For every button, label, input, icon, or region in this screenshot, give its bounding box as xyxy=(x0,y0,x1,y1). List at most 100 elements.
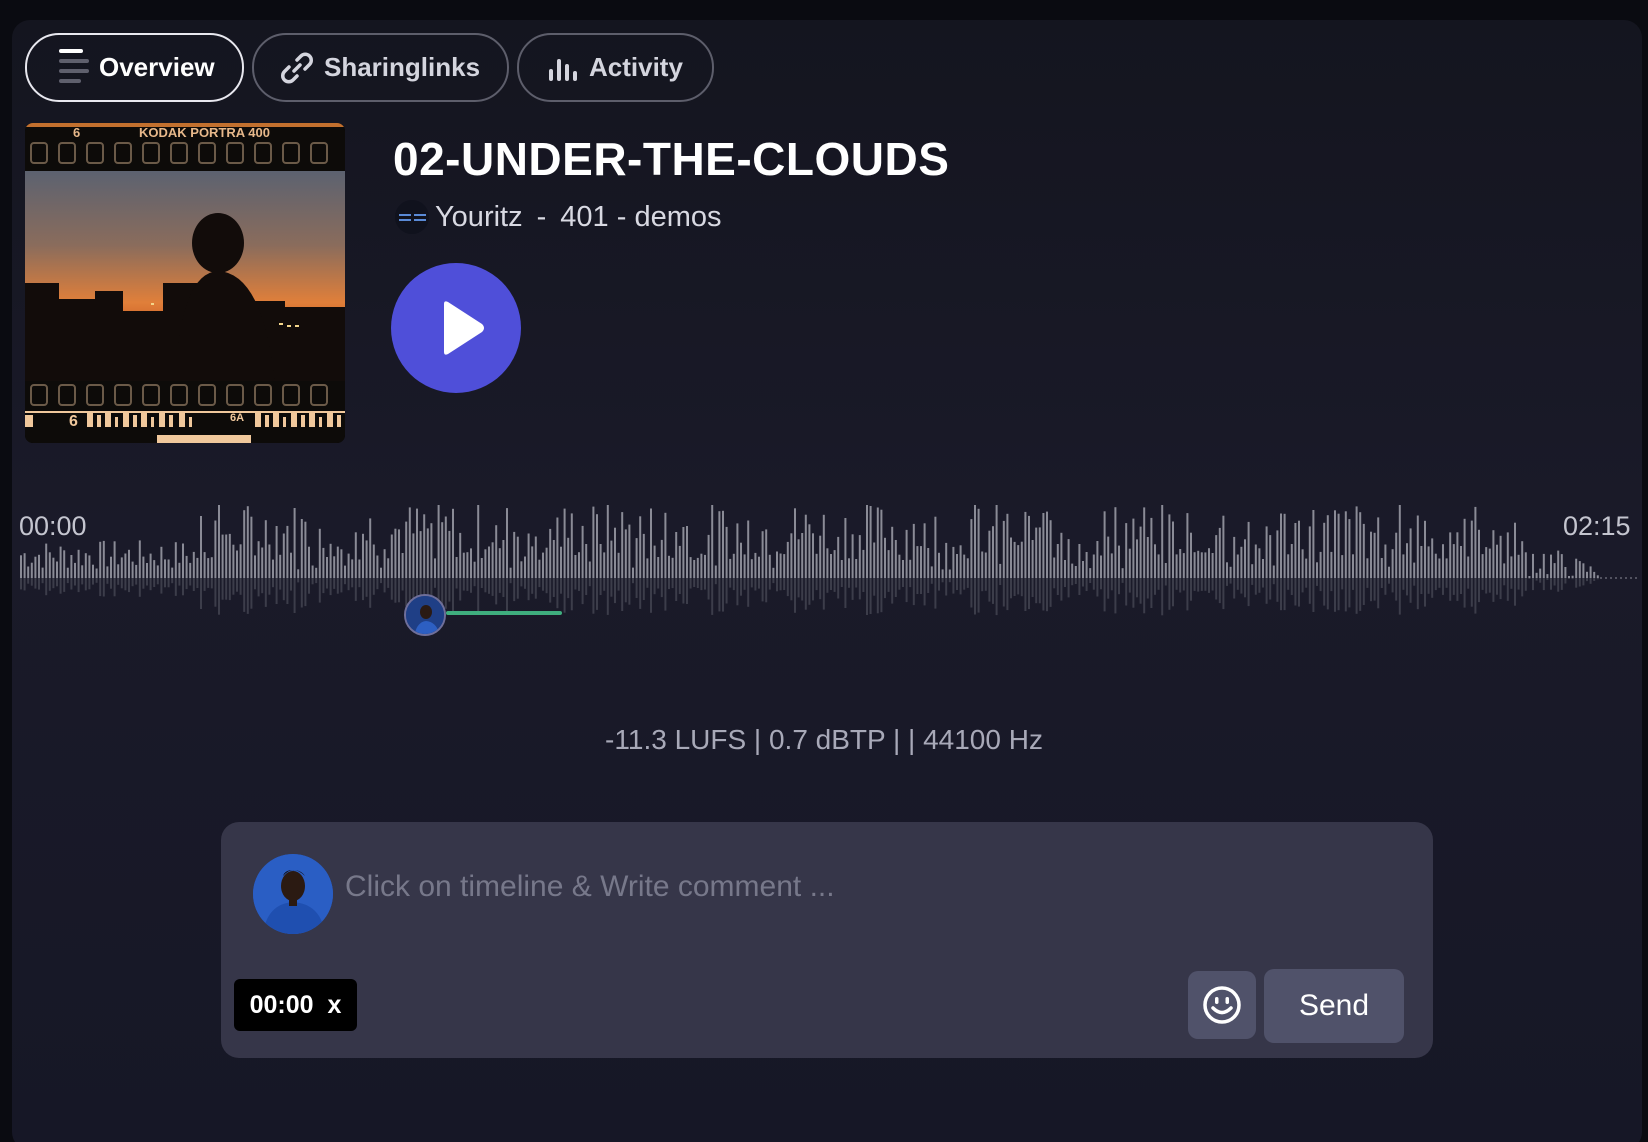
waveform-reflection xyxy=(498,578,501,593)
waveform-reflection xyxy=(1362,578,1365,605)
waveform-reflection xyxy=(880,578,883,613)
waveform-reflection xyxy=(934,578,937,609)
waveform-bar xyxy=(574,555,577,578)
waveform-reflection xyxy=(747,578,750,607)
waveform-reflection xyxy=(1103,578,1106,612)
waveform-bar xyxy=(164,559,166,578)
waveform-reflection xyxy=(1042,578,1045,611)
comment-timestamp[interactable]: 00:00 x xyxy=(234,979,357,1031)
waveform-reflection xyxy=(678,578,681,594)
waveform-bar xyxy=(779,553,782,578)
waveform-bar xyxy=(1319,551,1322,578)
waveform-bar xyxy=(984,552,987,578)
waveform-reflection xyxy=(1276,578,1279,602)
waveform-reflection xyxy=(779,578,782,591)
waveform-reflection xyxy=(898,578,901,590)
waveform-bar xyxy=(1240,546,1243,578)
tab-overview[interactable]: Overview xyxy=(25,33,244,102)
clear-timestamp-button[interactable]: x xyxy=(328,991,342,1020)
waveform-bar xyxy=(516,536,519,578)
tab-sharinglinks[interactable]: Sharinglinks xyxy=(252,33,509,102)
waveform-reflection xyxy=(192,578,195,591)
waveform-bar xyxy=(966,558,969,578)
comment-input[interactable] xyxy=(345,864,1385,910)
waveform-bar xyxy=(743,554,746,578)
waveform-bar xyxy=(1247,521,1250,578)
waveform-bar xyxy=(912,523,915,578)
waveform-bar xyxy=(1222,515,1225,578)
waveform-bar xyxy=(110,556,112,578)
waveform-bar xyxy=(1280,513,1282,578)
waveform-bar xyxy=(1366,558,1369,578)
waveform-bar xyxy=(556,517,559,578)
waveform-reflection xyxy=(848,578,850,588)
waveform-reflection xyxy=(844,578,847,608)
waveform-reflection xyxy=(725,578,728,604)
waveform-reflection xyxy=(772,578,775,584)
waveform-bar xyxy=(927,548,930,578)
waveform-reflection xyxy=(167,578,170,588)
play-button[interactable] xyxy=(391,263,521,393)
waveform-bar xyxy=(412,533,415,578)
waveform-bar xyxy=(1391,549,1394,578)
waveform-bar xyxy=(1481,554,1484,578)
artist-name[interactable]: Youritz xyxy=(435,201,523,234)
waveform-reflection xyxy=(1463,578,1466,608)
waveform-reflection xyxy=(1568,578,1570,579)
waveform-bar xyxy=(826,548,829,578)
waveform-bar xyxy=(1398,505,1401,578)
waveform-reflection xyxy=(491,578,494,596)
waveform-reflection xyxy=(470,578,472,593)
waveform-bar xyxy=(434,558,436,578)
waveform-reflection xyxy=(1456,578,1459,601)
waveform-bar xyxy=(390,534,393,578)
waveform-reflection xyxy=(1204,578,1207,591)
waveform-bar xyxy=(1262,559,1264,578)
waveform-bar xyxy=(340,549,343,578)
artist-avatar xyxy=(395,200,429,234)
waveform-reflection xyxy=(1031,578,1034,597)
waveform-bar xyxy=(1352,554,1354,578)
waveform-bar xyxy=(977,508,980,578)
waveform-reflection xyxy=(63,578,66,592)
waveform-reflection xyxy=(70,578,73,590)
waveform-reflection xyxy=(588,578,591,587)
waveform-bar xyxy=(873,542,876,578)
waveform-reflection xyxy=(1514,578,1516,606)
waveform[interactable] xyxy=(18,505,1640,629)
waveform-reflection xyxy=(246,578,249,614)
waveform-bar xyxy=(1470,520,1473,578)
waveform-reflection xyxy=(1118,578,1120,595)
comment-marker-avatar[interactable] xyxy=(404,594,446,636)
waveform-reflection xyxy=(808,578,811,605)
waveform-bar xyxy=(117,564,120,578)
waveform-bar xyxy=(758,556,760,578)
waveform-reflection xyxy=(1582,578,1585,586)
waveform-reflection xyxy=(1312,578,1315,612)
waveform-reflection xyxy=(484,578,487,593)
waveform-reflection xyxy=(801,578,804,601)
send-button[interactable]: Send xyxy=(1264,969,1404,1043)
waveform-bar xyxy=(858,535,861,578)
waveform-bar xyxy=(221,534,224,578)
waveform-bar xyxy=(772,567,775,578)
waveform-reflection xyxy=(509,578,512,584)
waveform-bar xyxy=(1226,562,1228,578)
project-name[interactable]: 401 - demos xyxy=(560,201,721,234)
waveform-reflection xyxy=(646,578,649,588)
waveform-bar xyxy=(1064,560,1066,578)
waveform-reflection xyxy=(1438,578,1441,588)
waveform-reflection xyxy=(1251,578,1254,585)
waveform-reflection xyxy=(390,578,393,600)
waveform-bar xyxy=(473,561,476,578)
waveform-bar xyxy=(768,554,771,578)
waveform-bar xyxy=(1272,565,1275,578)
tab-activity[interactable]: Activity xyxy=(517,33,714,102)
waveform-reflection xyxy=(974,578,976,615)
waveform-reflection xyxy=(88,578,91,590)
waveform-bar xyxy=(470,548,472,578)
emoji-button[interactable] xyxy=(1188,971,1256,1039)
waveform-reflection xyxy=(866,578,868,615)
waveform-bar xyxy=(840,560,843,578)
waveform-reflection xyxy=(700,578,703,591)
